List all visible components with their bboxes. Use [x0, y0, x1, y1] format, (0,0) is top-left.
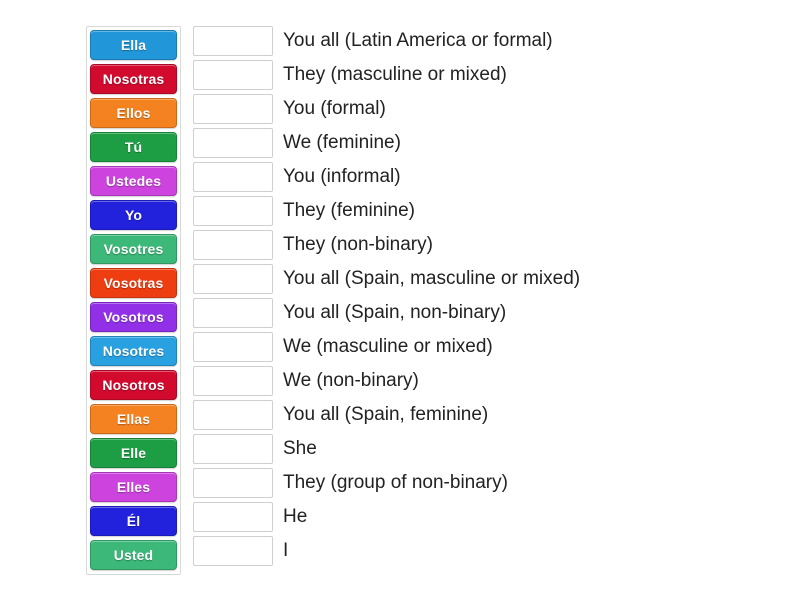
tile-label: Elles [116, 479, 151, 495]
tile-label: Él [126, 513, 141, 529]
drop-target-box[interactable] [193, 434, 273, 464]
draggable-tile[interactable]: Yo [90, 200, 177, 230]
tile-label: Ellos [116, 105, 151, 121]
drop-target-box[interactable] [193, 400, 273, 430]
answer-row: They (non-binary) [193, 230, 793, 260]
tile-label: Ustedes [105, 173, 162, 189]
draggable-tile[interactable]: Vosotras [90, 268, 177, 298]
drop-target-box[interactable] [193, 264, 273, 294]
answer-label: We (non-binary) [283, 369, 419, 391]
answer-label: You (formal) [283, 97, 386, 119]
drop-target-box[interactable] [193, 94, 273, 124]
answer-row: You all (Latin America or formal) [193, 26, 793, 56]
draggable-tile[interactable]: Ellas [90, 404, 177, 434]
answer-row: We (non-binary) [193, 366, 793, 396]
answer-row: They (masculine or mixed) [193, 60, 793, 90]
answer-row: You all (Spain, feminine) [193, 400, 793, 430]
match-up-activity: Ella Nosotras Ellos Tú Ustedes Yo Vosotr… [0, 0, 800, 600]
drop-target-box[interactable] [193, 536, 273, 566]
answer-label: I [283, 539, 289, 561]
tile-label: Usted [113, 547, 154, 563]
draggable-tile[interactable]: Vosotres [90, 234, 177, 264]
tile-label: Nosotres [102, 343, 165, 359]
answer-label: You all (Spain, non-binary) [283, 301, 507, 323]
answer-label: We (feminine) [283, 131, 401, 153]
answer-row: You all (Spain, non-binary) [193, 298, 793, 328]
answer-label: You all (Spain, masculine or mixed) [283, 267, 581, 289]
draggable-tile[interactable]: Nosotros [90, 370, 177, 400]
drop-target-box[interactable] [193, 468, 273, 498]
drop-target-box[interactable] [193, 366, 273, 396]
draggable-tile[interactable]: Ustedes [90, 166, 177, 196]
drop-target-box[interactable] [193, 162, 273, 192]
answer-label: You all (Spain, feminine) [283, 403, 489, 425]
draggable-tile[interactable]: Tú [90, 132, 177, 162]
answer-row: You (formal) [193, 94, 793, 124]
answer-label: He [283, 505, 308, 527]
draggable-tile[interactable]: Ella [90, 30, 177, 60]
drop-target-box[interactable] [193, 332, 273, 362]
answer-label: You all (Latin America or formal) [283, 29, 553, 51]
draggable-tile[interactable]: Elles [90, 472, 177, 502]
draggable-tile[interactable]: Nosotres [90, 336, 177, 366]
draggable-tile[interactable]: Ellos [90, 98, 177, 128]
tile-label: Ellas [116, 411, 151, 427]
answer-label: You (informal) [283, 165, 401, 187]
answer-label: They (non-binary) [283, 233, 433, 255]
drop-target-box[interactable] [193, 502, 273, 532]
tile-label: Elle [120, 445, 147, 461]
tile-label: Vosotros [103, 309, 164, 325]
tile-label: Yo [124, 207, 143, 223]
answer-label: We (masculine or mixed) [283, 335, 493, 357]
draggable-tile[interactable]: Elle [90, 438, 177, 468]
answer-row: We (masculine or mixed) [193, 332, 793, 362]
answer-row: She [193, 434, 793, 464]
draggable-tile-column: Ella Nosotras Ellos Tú Ustedes Yo Vosotr… [86, 26, 181, 575]
answer-label: They (feminine) [283, 199, 415, 221]
tile-label: Nosotros [102, 377, 165, 393]
answer-row: They (group of non-binary) [193, 468, 793, 498]
drop-target-box[interactable] [193, 298, 273, 328]
answer-row: We (feminine) [193, 128, 793, 158]
draggable-tile[interactable]: Usted [90, 540, 177, 570]
answer-list: You all (Latin America or formal) They (… [193, 26, 793, 566]
tile-label: Vosotres [103, 241, 164, 257]
answer-row: I [193, 536, 793, 566]
draggable-tile[interactable]: Vosotros [90, 302, 177, 332]
drop-target-box[interactable] [193, 60, 273, 90]
tile-label: Nosotras [102, 71, 165, 87]
drop-target-box[interactable] [193, 230, 273, 260]
answer-row: They (feminine) [193, 196, 793, 226]
drop-target-box[interactable] [193, 26, 273, 56]
answer-label: She [283, 437, 317, 459]
answer-label: They (masculine or mixed) [283, 63, 507, 85]
tile-label: Vosotras [103, 275, 164, 291]
tile-label: Ella [120, 37, 147, 53]
draggable-tile[interactable]: Él [90, 506, 177, 536]
answer-label: They (group of non-binary) [283, 471, 508, 493]
draggable-tile[interactable]: Nosotras [90, 64, 177, 94]
answer-row: You (informal) [193, 162, 793, 192]
drop-target-box[interactable] [193, 196, 273, 226]
answer-row: You all (Spain, masculine or mixed) [193, 264, 793, 294]
answer-row: He [193, 502, 793, 532]
drop-target-box[interactable] [193, 128, 273, 158]
tile-label: Tú [124, 139, 143, 155]
